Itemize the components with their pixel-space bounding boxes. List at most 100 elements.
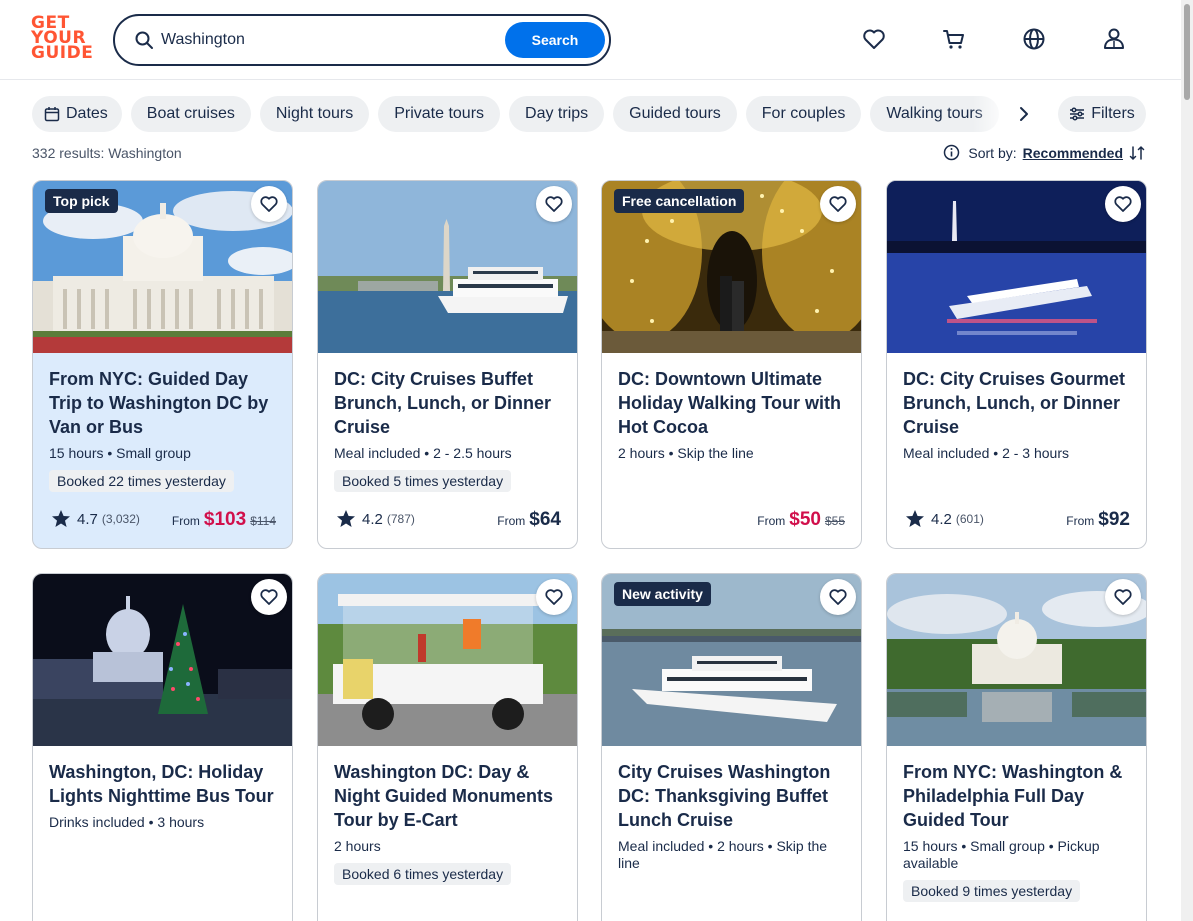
sort-control: Sort by: Recommended: [943, 144, 1145, 161]
card-title[interactable]: DC: City Cruises Gourmet Brunch, Lunch, …: [903, 367, 1132, 439]
user-icon[interactable]: [1101, 26, 1127, 52]
card-badge: New activity: [614, 582, 711, 606]
chip-for-couples[interactable]: For couples: [745, 96, 862, 132]
review-count: (787): [386, 512, 415, 526]
card-meta: 2 hours: [334, 838, 381, 854]
search-input[interactable]: [161, 26, 501, 54]
booked-badge: Booked 5 times yesterday: [334, 470, 512, 492]
chip-private-tours[interactable]: Private tours: [378, 96, 501, 132]
activity-card[interactable]: Washington DC: Day & Night Guided Monume…: [317, 573, 578, 921]
price-from: From: [497, 514, 526, 528]
site-header: GET YOUR GUIDE Search: [0, 0, 1193, 80]
wishlist-button[interactable]: [536, 186, 572, 222]
sort-dropdown[interactable]: Recommended: [1023, 145, 1123, 161]
star-icon: [906, 510, 924, 527]
card-title[interactable]: From NYC: Guided Day Trip to Washington …: [49, 367, 278, 439]
card-title[interactable]: Washington DC: Day & Night Guided Monume…: [334, 760, 563, 832]
heart-icon[interactable]: [861, 26, 887, 52]
activity-card[interactable]: Top pick From NYC: Guided Day Trip to Wa…: [32, 180, 293, 549]
filters-button[interactable]: Filters: [1058, 96, 1146, 132]
card-body: Washington, DC: Holiday Lights Nighttime…: [49, 760, 278, 831]
chip-boat-cruises[interactable]: Boat cruises: [130, 96, 251, 132]
rating-value: 4.2: [362, 510, 383, 528]
card-badge: Free cancellation: [614, 189, 745, 213]
card-badge: Top pick: [45, 189, 118, 213]
price-from: From: [1066, 514, 1095, 528]
card-meta: 15 hours • Small group • Pickup availabl…: [903, 838, 1100, 871]
price-amount: $92: [1098, 509, 1130, 530]
search-button[interactable]: Search: [505, 22, 605, 58]
booked-badge: Booked 9 times yesterday: [903, 880, 1081, 902]
card-rating: 4.7 (3,032): [51, 509, 140, 529]
wishlist-button[interactable]: [1105, 186, 1141, 222]
cart-icon[interactable]: [941, 26, 967, 52]
activity-card[interactable]: DC: City Cruises Gourmet Brunch, Lunch, …: [886, 180, 1147, 549]
chip-label: Dates: [66, 105, 108, 122]
wishlist-button[interactable]: [251, 579, 287, 615]
globe-icon[interactable]: [1021, 26, 1047, 52]
card-body: From NYC: Guided Day Trip to Washington …: [49, 367, 278, 492]
sliders-icon: [1070, 107, 1085, 121]
card-meta: Meal included • 2 - 3 hours: [903, 445, 1069, 461]
activity-card[interactable]: New activity City Cruises Washington DC:…: [601, 573, 862, 921]
card-body: Washington DC: Day & Night Guided Monume…: [334, 760, 563, 885]
card-title[interactable]: DC: City Cruises Buffet Brunch, Lunch, o…: [334, 367, 563, 439]
card-rating: 4.2 (601): [905, 509, 984, 529]
card-body: DC: City Cruises Gourmet Brunch, Lunch, …: [903, 367, 1132, 462]
review-count: (3,032): [101, 512, 140, 526]
review-count: (601): [955, 512, 984, 526]
heart-icon: [545, 589, 563, 605]
card-price: From $50 $55: [757, 509, 845, 531]
wishlist-button[interactable]: [251, 186, 287, 222]
activity-card[interactable]: From NYC: Washington & Philadelphia Full…: [886, 573, 1147, 921]
wishlist-button[interactable]: [820, 579, 856, 615]
price-original: $55: [824, 514, 845, 528]
rating-value: 4.2: [931, 510, 952, 528]
filter-chips: Dates Boat cruises Night tours Private tou…: [32, 96, 1052, 132]
getyourguide-logo[interactable]: GET YOUR GUIDE: [31, 15, 94, 64]
heart-icon: [545, 196, 563, 212]
sort-arrows-icon[interactable]: [1129, 145, 1145, 161]
page-scrollbar[interactable]: [1181, 0, 1193, 921]
card-meta: 2 hours • Skip the line: [618, 445, 754, 461]
card-rating: 4.2 (787): [336, 509, 415, 529]
price-amount: $50: [789, 509, 821, 530]
chip-guided-tours[interactable]: Guided tours: [613, 96, 737, 132]
wishlist-button[interactable]: [1105, 579, 1141, 615]
info-icon[interactable]: [943, 144, 960, 161]
chip-day-trips[interactable]: Day trips: [509, 96, 605, 132]
chip-dates[interactable]: Dates: [32, 96, 122, 132]
wishlist-button[interactable]: [536, 579, 572, 615]
chevron-right-icon[interactable]: [1014, 104, 1034, 124]
card-title[interactable]: City Cruises Washington DC: Thanksgiving…: [618, 760, 847, 832]
card-title[interactable]: DC: Downtown Ultimate Holiday Walking To…: [618, 367, 847, 439]
heart-icon: [829, 589, 847, 605]
star-icon: [52, 510, 70, 527]
results-count: 332 results: Washington: [32, 145, 182, 161]
price-from: From: [757, 514, 786, 528]
card-body: DC: Downtown Ultimate Holiday Walking To…: [618, 367, 847, 462]
calendar-icon: [44, 107, 60, 122]
price-amount: $103: [203, 509, 247, 530]
chip-fade: [973, 96, 1053, 132]
card-meta: Drinks included • 3 hours: [49, 814, 205, 830]
card-title[interactable]: Washington, DC: Holiday Lights Nighttime…: [49, 760, 278, 808]
scrollbar-thumb[interactable]: [1184, 4, 1190, 100]
heart-icon: [829, 196, 847, 212]
card-title[interactable]: From NYC: Washington & Philadelphia Full…: [903, 760, 1132, 832]
activity-card[interactable]: DC: City Cruises Buffet Brunch, Lunch, o…: [317, 180, 578, 549]
card-body: DC: City Cruises Buffet Brunch, Lunch, o…: [334, 367, 563, 492]
activity-card[interactable]: Free cancellation DC: Downtown Ultimate …: [601, 180, 862, 549]
activity-card[interactable]: Washington, DC: Holiday Lights Nighttime…: [32, 573, 293, 921]
card-body: City Cruises Washington DC: Thanksgiving…: [618, 760, 847, 872]
card-price: From $64: [497, 509, 561, 531]
price-amount: $64: [529, 509, 561, 530]
logo-line-3: GUIDE: [31, 43, 94, 63]
card-meta: Meal included • 2 - 2.5 hours: [334, 445, 512, 461]
chip-night-tours[interactable]: Night tours: [259, 96, 370, 132]
booked-badge: Booked 22 times yesterday: [49, 470, 234, 492]
heart-icon: [260, 589, 278, 605]
heart-icon: [1114, 196, 1132, 212]
wishlist-button[interactable]: [820, 186, 856, 222]
filters-label: Filters: [1091, 105, 1135, 122]
